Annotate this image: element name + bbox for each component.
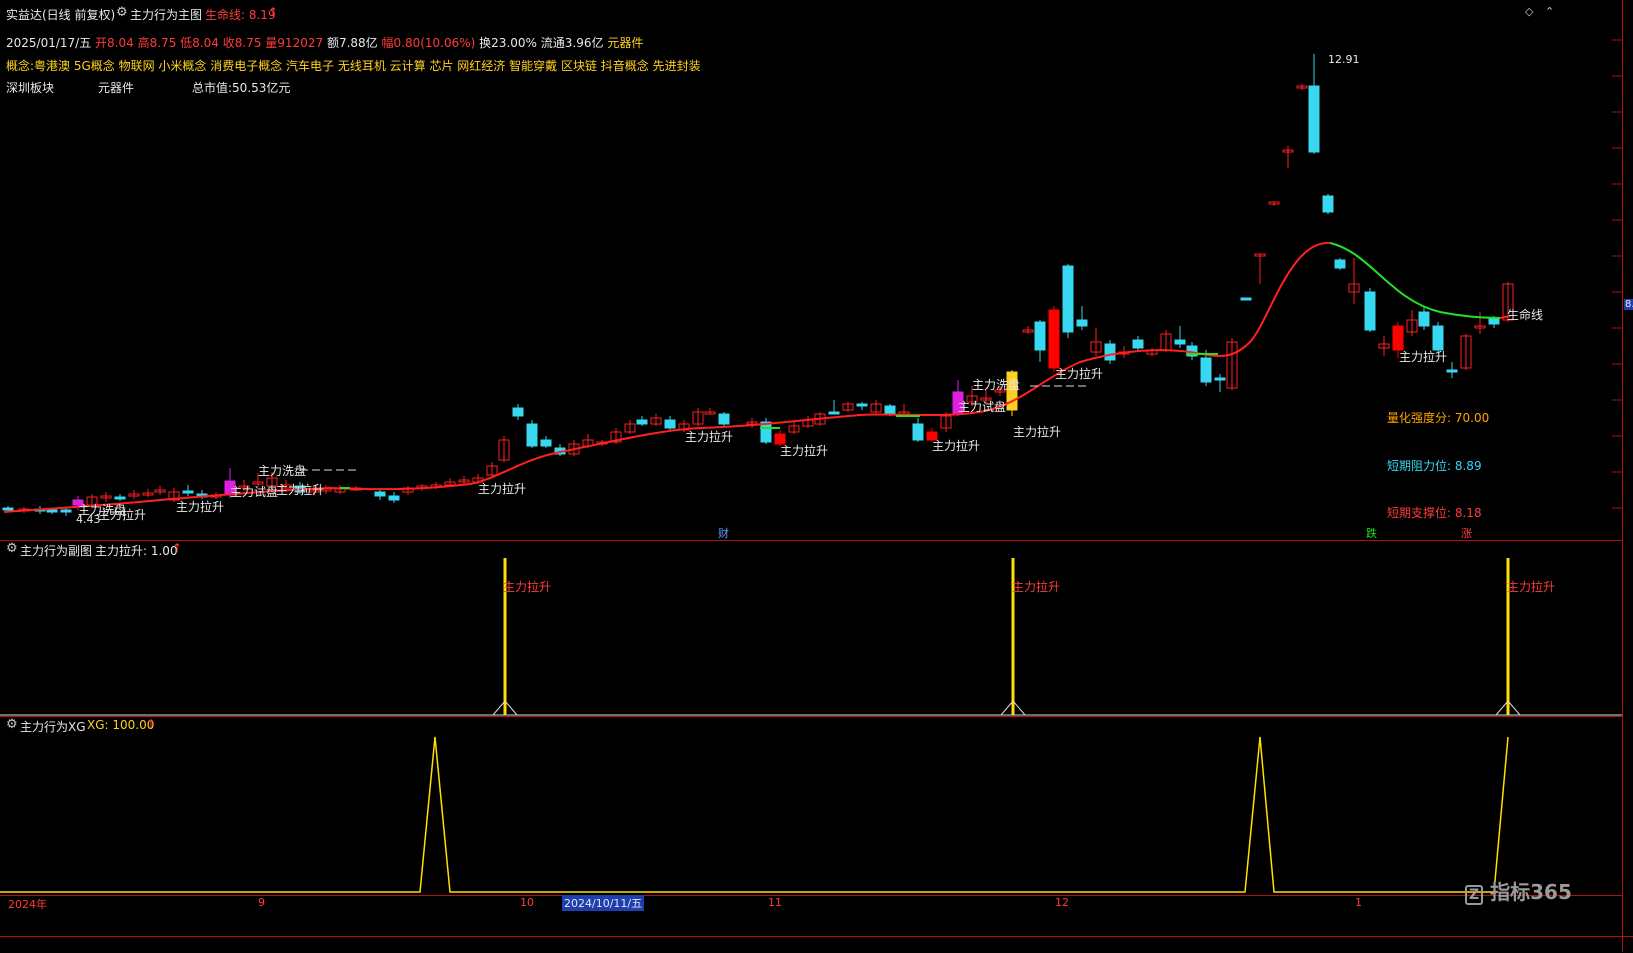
label-pull: 主力拉升 xyxy=(1013,425,1062,439)
event-marker-zhang[interactable]: 涨 xyxy=(1461,525,1472,541)
xg-line xyxy=(0,736,1509,893)
x-label: 11 xyxy=(768,896,782,909)
candle-body xyxy=(1418,311,1430,327)
resistance-level: 短期阻力位: 8.89 xyxy=(1387,459,1482,473)
price-axis: 8. xyxy=(1622,0,1633,952)
candle-body xyxy=(374,491,386,497)
candle-body xyxy=(1364,291,1376,331)
lifeline-up xyxy=(3,241,1331,513)
candle-body xyxy=(114,496,126,500)
label-pull: 主力拉升 xyxy=(780,444,829,458)
gear-icon[interactable]: ⚙ xyxy=(6,717,18,732)
support-level: 短期支撑位: 8.18 xyxy=(1387,506,1482,520)
current-price-badge: 8. xyxy=(1624,299,1633,310)
candle-body xyxy=(828,411,840,415)
logo-icon: Z xyxy=(1465,885,1484,905)
candlestick-chart[interactable] xyxy=(0,0,1622,540)
event-marker-cai[interactable]: 财 xyxy=(718,525,729,541)
quant-strength: 量化强度分: 70.00 xyxy=(1387,411,1490,425)
candle-body xyxy=(1322,195,1334,213)
candle-body xyxy=(1214,377,1226,381)
x-label: 10 xyxy=(520,896,534,909)
x-label: 12 xyxy=(1055,896,1069,909)
bottom-toolbar[interactable] xyxy=(0,936,1633,953)
candle-body xyxy=(182,490,194,494)
label-pull: 主力拉升 xyxy=(176,500,225,514)
candle-body xyxy=(884,405,896,415)
candle-body xyxy=(60,509,72,513)
label-pull: 主力拉升 xyxy=(685,430,734,444)
lifeline-tag: 生命线 xyxy=(1507,308,1544,322)
candle-body xyxy=(1062,265,1074,333)
watermark-text: 指标365 xyxy=(1490,880,1572,904)
high-mark-label: 12.91 xyxy=(1328,53,1360,66)
label-pull: 主力拉升 xyxy=(98,508,147,522)
lifeline-down xyxy=(1329,242,1501,319)
candle-body xyxy=(1240,297,1252,301)
candle-body xyxy=(526,423,538,447)
sub-pane-1[interactable]: ⚙ 主力行为副图 主力拉升: 1.00 ↑ 主力拉升 主力拉升 主力拉升 xyxy=(0,540,1622,717)
sub2-title[interactable]: 主力行为XG xyxy=(20,718,86,735)
sub2-chart xyxy=(0,736,1509,893)
candle-body xyxy=(1132,339,1144,349)
watermark-logo: Z 指标365 xyxy=(1465,876,1572,905)
x-cursor-date: 2024/10/11/五 xyxy=(562,895,645,911)
label-test: 主力试盘 xyxy=(958,400,1007,414)
x-label: 2024年 xyxy=(8,898,47,911)
label-pull: 主力拉升 xyxy=(478,482,527,496)
candle-body xyxy=(1048,309,1060,369)
candle-body xyxy=(1200,357,1212,383)
candle-body xyxy=(912,423,924,441)
label-test: 主力试盘 xyxy=(230,485,279,499)
sub1-value: 主力拉升: 1.00 xyxy=(95,544,178,558)
candle-body xyxy=(540,439,552,447)
sub1-bar-label: 主力拉升 xyxy=(503,580,552,594)
sub-pane-2[interactable]: ⚙ 主力行为XG XG: 100.00 ↑ xyxy=(0,716,1622,896)
label-pull: 主力拉升 xyxy=(276,483,325,497)
candle-body xyxy=(1104,343,1116,361)
candle-body xyxy=(1034,321,1046,351)
candle-body xyxy=(1334,259,1346,269)
x-label: 9 xyxy=(258,896,265,909)
up-arrow-icon: ↑ xyxy=(172,541,183,555)
x-label: 1 xyxy=(1355,896,1362,909)
event-marker-die[interactable]: 跌 xyxy=(1366,525,1377,541)
candle-body xyxy=(1308,85,1320,153)
candle-body xyxy=(1432,325,1444,351)
label-pull: 主力拉升 xyxy=(932,439,981,453)
sub1-chart xyxy=(0,558,1622,716)
label-pull: 主力拉升 xyxy=(1399,350,1448,364)
sub1-bar-label: 主力拉升 xyxy=(1012,580,1061,594)
sub1-title[interactable]: 主力行为副图 xyxy=(20,542,92,559)
gear-icon[interactable]: ⚙ xyxy=(6,541,18,556)
candle-body xyxy=(1174,339,1186,345)
up-arrow-icon: ↑ xyxy=(146,717,157,731)
label-wash: 主力洗盘 xyxy=(258,464,307,478)
candle-body xyxy=(664,419,676,429)
candle-body xyxy=(1446,369,1458,373)
candle-body xyxy=(1076,319,1088,327)
label-pull: 主力拉升 xyxy=(1055,367,1104,381)
candle-body xyxy=(1392,325,1404,351)
candle-body xyxy=(512,407,524,417)
candle-body xyxy=(636,419,648,425)
x-axis: 2024年 9 10 2024/10/11/五 11 12 1 xyxy=(0,895,1622,911)
sub1-bar-label: 主力拉升 xyxy=(1507,580,1556,594)
candle-body xyxy=(388,495,400,501)
candle-body xyxy=(46,509,58,513)
candle-body xyxy=(856,403,868,407)
label-wash: 主力洗盘 xyxy=(972,378,1021,392)
candle-body xyxy=(2,507,14,511)
sub2-value: XG: 100.00 xyxy=(87,718,155,732)
candle-body xyxy=(718,413,730,425)
